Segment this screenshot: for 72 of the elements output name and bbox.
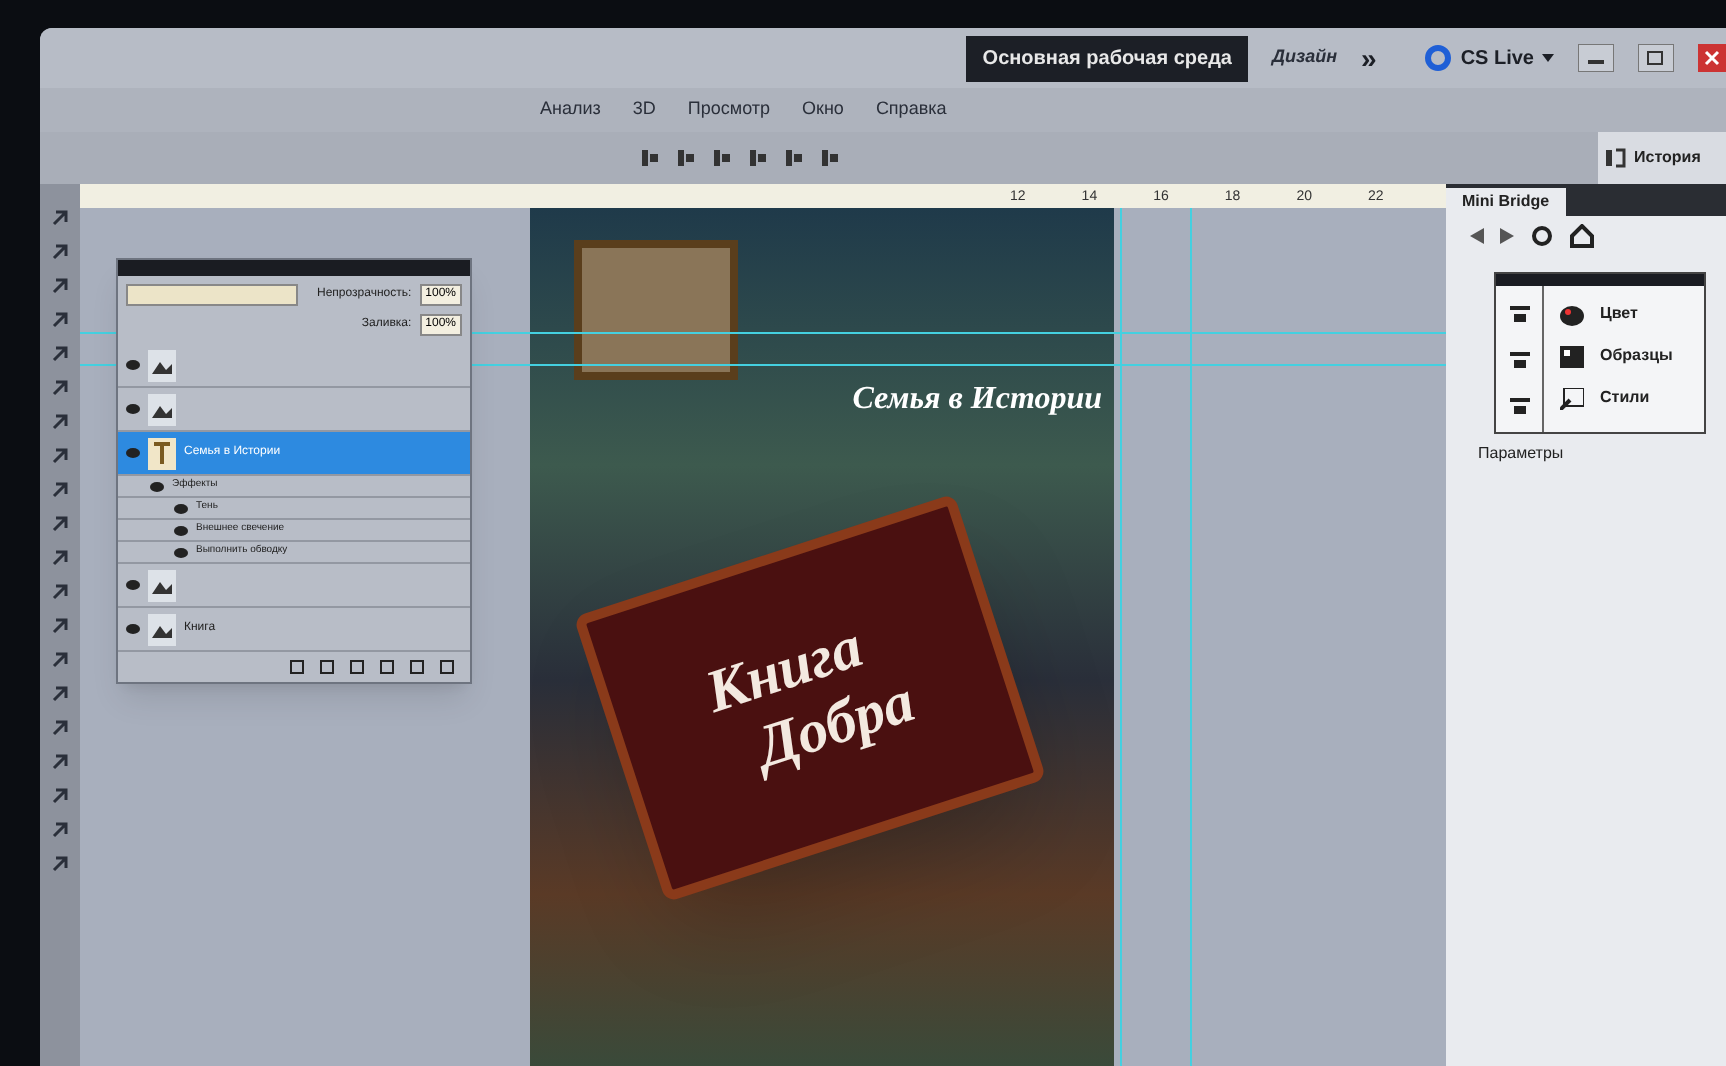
panel-action-icon[interactable]: [440, 660, 454, 674]
restore-icon[interactable]: [1638, 44, 1674, 72]
more-button[interactable]: »: [1361, 37, 1377, 79]
align-icon[interactable]: [712, 148, 732, 168]
text-layer-icon[interactable]: [148, 437, 176, 469]
tool-icon[interactable]: [50, 242, 70, 262]
styles-icon[interactable]: [1560, 387, 1584, 409]
align-icon[interactable]: [784, 148, 804, 168]
workspace-button[interactable]: Дизайн: [1271, 44, 1338, 72]
menu-item[interactable]: 3D: [632, 96, 656, 124]
tool-icon[interactable]: [50, 208, 70, 228]
cover-title: Семья в Истории: [852, 380, 1102, 420]
swatches-icon[interactable]: [1560, 345, 1584, 367]
align-icon[interactable]: [820, 148, 840, 168]
tool-icon[interactable]: [50, 752, 70, 772]
refresh-icon[interactable]: [1530, 224, 1554, 248]
eye-icon[interactable]: [126, 360, 140, 370]
panel-item[interactable]: Стили: [1560, 386, 1673, 410]
align-icon[interactable]: [748, 148, 768, 168]
panel-action-icon[interactable]: [290, 660, 304, 674]
menu-item[interactable]: Анализ: [540, 96, 601, 124]
minimize-icon[interactable]: [1578, 44, 1614, 72]
tool-icon[interactable]: [50, 854, 70, 874]
tool-icon[interactable]: [50, 378, 70, 398]
thumbnail-icon[interactable]: [148, 349, 176, 381]
thumbnail-icon[interactable]: [148, 569, 176, 601]
panel-item[interactable]: Цвет: [1560, 302, 1673, 326]
tool-icon[interactable]: [50, 412, 70, 432]
blend-mode-dropdown[interactable]: [126, 284, 298, 306]
tool-icon[interactable]: [50, 650, 70, 670]
caret-icon[interactable]: [1542, 54, 1554, 62]
panel-action-icon[interactable]: [350, 660, 364, 674]
tool-icon[interactable]: [50, 820, 70, 840]
history-icon[interactable]: [1606, 148, 1626, 168]
tool-icon[interactable]: [50, 582, 70, 602]
tool-icon[interactable]: [50, 344, 70, 364]
tool-icon[interactable]: [50, 276, 70, 296]
tool-icon[interactable]: [50, 310, 70, 330]
panel-action-icon[interactable]: [380, 660, 394, 674]
tool-icon[interactable]: [50, 548, 70, 568]
tool-icon[interactable]: [50, 684, 70, 704]
panel-action-icon[interactable]: [410, 660, 424, 674]
history-tab[interactable]: История: [1598, 132, 1726, 184]
panel-tab[interactable]: Mini Bridge: [1446, 188, 1566, 216]
align-icon[interactable]: [676, 148, 696, 168]
workspace-button[interactable]: Основная рабочая среда: [966, 35, 1248, 81]
tool-icon[interactable]: [50, 616, 70, 636]
forward-icon[interactable]: [1500, 228, 1514, 244]
back-icon[interactable]: [1470, 228, 1484, 244]
tool-icon[interactable]: [50, 718, 70, 738]
panel-label: Параметры: [1478, 442, 1566, 466]
home-icon[interactable]: [1570, 224, 1594, 248]
eye-icon[interactable]: [126, 448, 140, 458]
menu-item[interactable]: Просмотр: [687, 96, 771, 124]
tool-icon[interactable]: [50, 480, 70, 500]
tool-icon[interactable]: [50, 514, 70, 534]
thumbnail-icon[interactable]: [148, 613, 176, 645]
eye-icon[interactable]: [126, 624, 140, 634]
tool-icon[interactable]: [50, 786, 70, 806]
palette-icon[interactable]: [1560, 303, 1584, 325]
menu-item[interactable]: Окно: [802, 96, 844, 124]
panel-item[interactable]: Образцы: [1560, 344, 1673, 368]
eye-icon[interactable]: [126, 580, 140, 590]
tool-icon[interactable]: [50, 446, 70, 466]
eye-icon[interactable]: [126, 404, 140, 414]
panel-action-icon[interactable]: [320, 660, 334, 674]
close-icon[interactable]: [1698, 44, 1726, 72]
thumbnail-icon[interactable]: [148, 393, 176, 425]
ring-icon[interactable]: [1424, 44, 1453, 72]
menu-item[interactable]: Справка: [875, 96, 947, 124]
cs-live-button[interactable]: CS Live: [1424, 43, 1554, 73]
align-icon[interactable]: [640, 148, 660, 168]
